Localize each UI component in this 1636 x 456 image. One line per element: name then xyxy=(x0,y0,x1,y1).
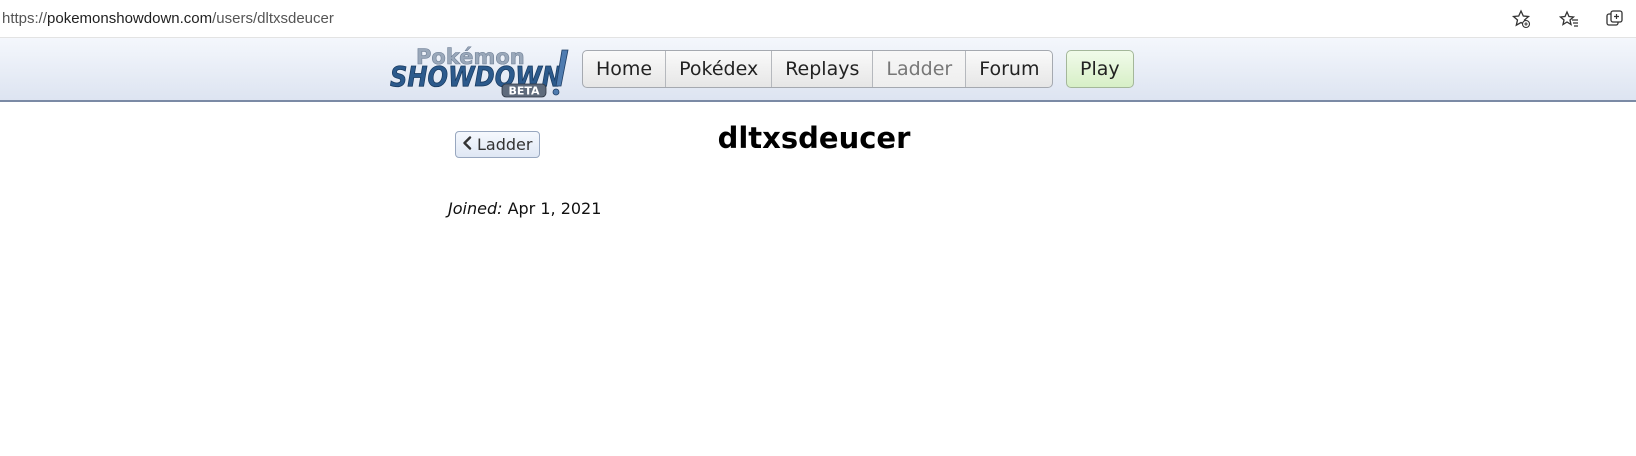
logo-badge: BETA xyxy=(508,85,540,98)
joined-info: Joined: Apr 1, 2021 xyxy=(448,199,601,218)
favorites-icon[interactable] xyxy=(1558,8,1580,30)
joined-date: Apr 1, 2021 xyxy=(507,199,602,218)
showdown-logo[interactable]: Pokémon SHOWDOWN BETA xyxy=(388,42,578,98)
browser-address-bar: https://pokemonshowdown.com/users/dltxsd… xyxy=(0,0,1636,38)
url-path: /users/dltxsdeucer xyxy=(212,10,334,27)
site-header: Pokémon SHOWDOWN BETA Home Pokédex Repla… xyxy=(0,38,1636,102)
nav-replays[interactable]: Replays xyxy=(771,51,872,87)
nav-pokedex[interactable]: Pokédex xyxy=(665,51,771,87)
play-button[interactable]: Play xyxy=(1066,50,1134,88)
url-host: pokemonshowdown.com xyxy=(47,10,213,27)
url-prefix: https:// xyxy=(2,10,48,27)
nav-forum[interactable]: Forum xyxy=(965,51,1052,87)
joined-label: Joined: xyxy=(448,199,503,218)
nav-ladder[interactable]: Ladder xyxy=(872,51,966,87)
main-nav: Home Pokédex Replays Ladder Forum xyxy=(582,50,1054,88)
add-favorite-icon[interactable] xyxy=(1510,8,1532,30)
username-title: dltxsdeucer xyxy=(717,121,911,155)
collections-icon[interactable] xyxy=(1604,8,1626,30)
url-field[interactable]: https://pokemonshowdown.com/users/dltxsd… xyxy=(2,10,334,27)
nav-home[interactable]: Home xyxy=(583,51,665,87)
